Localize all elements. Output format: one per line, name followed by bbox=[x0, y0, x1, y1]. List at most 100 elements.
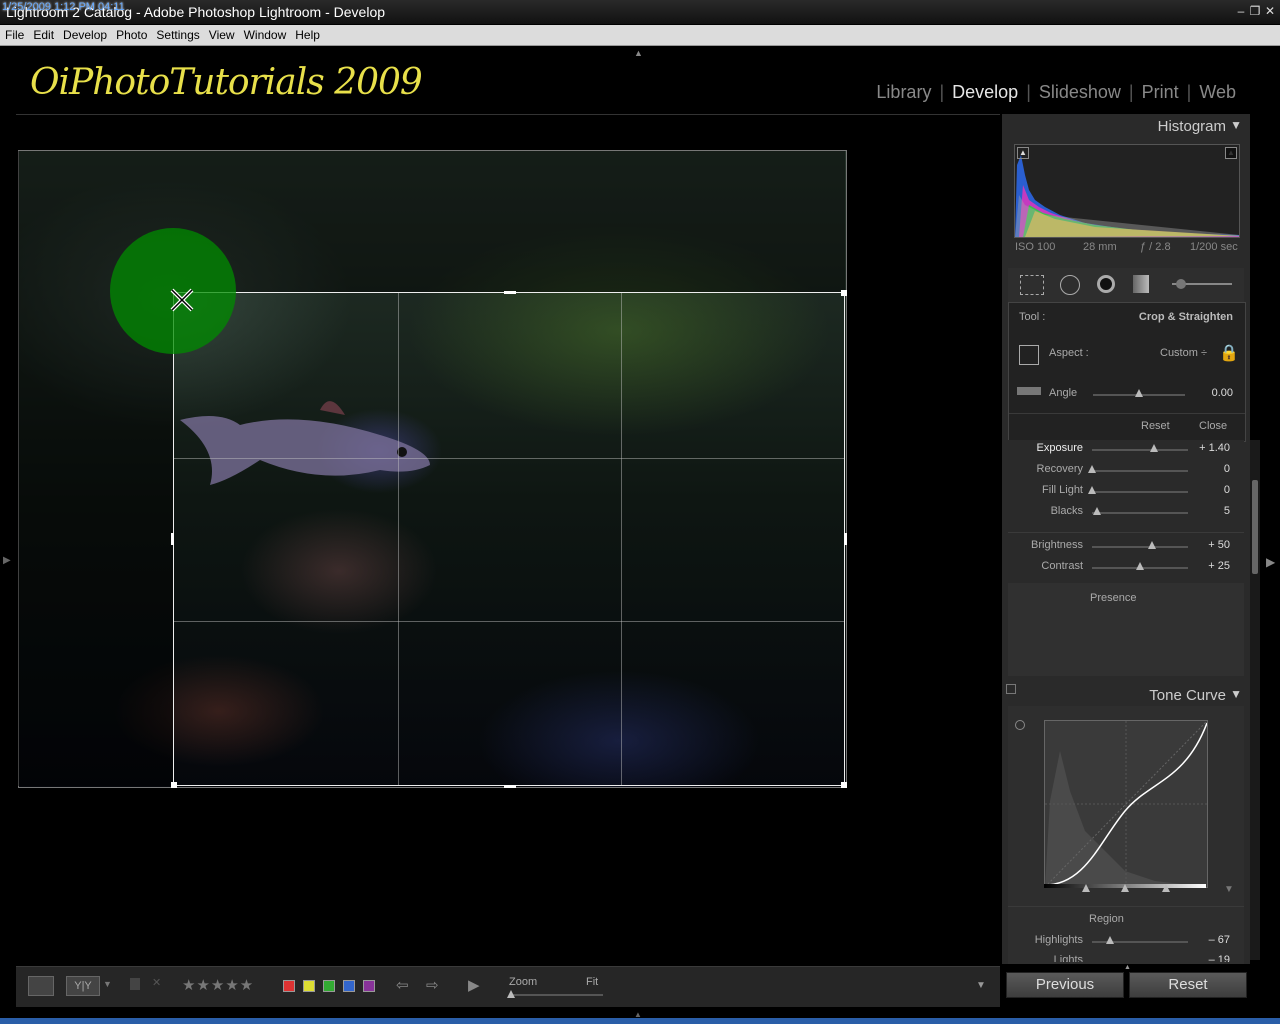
crop-handle-left[interactable] bbox=[171, 533, 174, 545]
lights-value[interactable]: – 19 bbox=[1190, 954, 1230, 962]
split-point-thumb[interactable] bbox=[1082, 884, 1090, 892]
menu-file[interactable]: File bbox=[0, 25, 28, 42]
right-panel-toggle-icon[interactable]: ▶ bbox=[1266, 555, 1275, 569]
crop-frame-icon[interactable] bbox=[1019, 345, 1039, 365]
histogram-header[interactable]: Histogram ▼ bbox=[1002, 114, 1250, 138]
before-after-menu-icon[interactable]: ▼ bbox=[103, 979, 112, 989]
menu-help[interactable]: Help bbox=[290, 25, 324, 42]
color-label-swatch[interactable] bbox=[363, 980, 375, 992]
crop-grid-line bbox=[621, 293, 622, 785]
module-print[interactable]: Print bbox=[1134, 82, 1187, 102]
previous-button[interactable]: Previous bbox=[1006, 972, 1124, 998]
highlights-slider-thumb[interactable] bbox=[1106, 936, 1114, 944]
fill-light-slider-thumb[interactable] bbox=[1088, 486, 1096, 494]
point-curve-menu-icon[interactable]: ▼ bbox=[1224, 884, 1234, 895]
crop-overlay[interactable] bbox=[171, 290, 847, 788]
blacks-slider-track[interactable] bbox=[1092, 512, 1188, 514]
crop-reset-button[interactable]: Reset bbox=[1141, 420, 1170, 432]
iso-value: ISO 100 bbox=[1015, 241, 1056, 253]
crop-close-button[interactable]: Close bbox=[1199, 420, 1227, 432]
recovery-value[interactable]: 0 bbox=[1190, 463, 1230, 475]
shadow-clipping-icon[interactable]: ▲ bbox=[1017, 147, 1029, 159]
aspect-lock-icon[interactable]: 🔒 bbox=[1219, 343, 1239, 362]
crop-handle-bottom-right[interactable] bbox=[841, 782, 847, 788]
tone-curve-graph[interactable] bbox=[1044, 720, 1208, 888]
aspect-select[interactable]: Custom ÷ bbox=[1160, 347, 1207, 359]
highlights-value[interactable]: – 67 bbox=[1190, 934, 1230, 946]
split-point-thumb[interactable] bbox=[1121, 884, 1129, 892]
menu-photo[interactable]: Photo bbox=[111, 25, 151, 42]
minimize-icon[interactable]: – bbox=[1234, 4, 1248, 18]
blacks-slider-thumb[interactable] bbox=[1092, 507, 1101, 515]
module-library[interactable]: Library bbox=[868, 82, 939, 102]
scroll-grip-icon[interactable]: ▲ bbox=[1124, 964, 1131, 971]
recovery-slider-thumb[interactable] bbox=[1088, 465, 1096, 473]
crop-handle-top[interactable] bbox=[504, 291, 516, 294]
angle-label: Angle bbox=[1049, 387, 1078, 399]
zoom-value[interactable]: Fit bbox=[586, 976, 598, 988]
target-adjust-icon[interactable] bbox=[1015, 720, 1025, 730]
color-label-swatch[interactable] bbox=[303, 980, 315, 992]
menu-window[interactable]: Window bbox=[239, 25, 291, 42]
split-point-thumb[interactable] bbox=[1162, 884, 1170, 892]
brightness-slider-track[interactable] bbox=[1092, 546, 1188, 548]
maximize-icon[interactable]: ❐ bbox=[1248, 4, 1262, 18]
previous-photo-icon[interactable]: ⇦ bbox=[396, 976, 409, 994]
blacks-value[interactable]: 5 bbox=[1190, 505, 1230, 517]
module-develop[interactable]: Develop bbox=[944, 82, 1026, 102]
fill-light-value[interactable]: 0 bbox=[1190, 484, 1230, 496]
fill-light-slider-track[interactable] bbox=[1092, 491, 1188, 493]
spot-removal-icon[interactable] bbox=[1060, 275, 1080, 295]
reset-button[interactable]: Reset bbox=[1129, 972, 1247, 998]
contrast-slider-thumb[interactable] bbox=[1136, 562, 1144, 570]
angle-value[interactable]: 0.00 bbox=[1193, 387, 1233, 399]
crop-handle-top-right[interactable] bbox=[841, 290, 847, 296]
crop-shade-left bbox=[18, 292, 173, 786]
top-panel-toggle-icon[interactable]: ▲ bbox=[634, 48, 643, 58]
color-label-swatch[interactable] bbox=[283, 980, 295, 992]
contrast-label: Contrast bbox=[1041, 560, 1083, 572]
menu-settings[interactable]: Settings bbox=[151, 25, 203, 42]
module-slideshow[interactable]: Slideshow bbox=[1031, 82, 1129, 102]
toolbar-menu-icon[interactable]: ▼ bbox=[976, 980, 986, 991]
graduated-filter-icon[interactable] bbox=[1133, 275, 1149, 293]
exposure-slider-track[interactable] bbox=[1092, 449, 1188, 451]
brightness-label: Brightness bbox=[1031, 539, 1083, 551]
crop-tool-icon[interactable] bbox=[1020, 275, 1044, 295]
loupe-view-icon[interactable] bbox=[28, 976, 54, 996]
menu-develop[interactable]: Develop bbox=[58, 25, 111, 42]
flag-icon[interactable] bbox=[130, 978, 140, 990]
brightness-value[interactable]: + 50 bbox=[1190, 539, 1230, 551]
collapse-triangle-icon[interactable]: ▼ bbox=[1230, 687, 1242, 701]
exposure-value[interactable]: + 1.40 bbox=[1190, 442, 1230, 454]
crop-handle-bottom[interactable] bbox=[504, 785, 516, 788]
before-after-icon[interactable]: Y|Y bbox=[66, 976, 100, 996]
color-label-swatch[interactable] bbox=[323, 980, 335, 992]
left-panel-toggle-icon[interactable]: ▶ bbox=[3, 555, 11, 566]
highlight-clipping-icon[interactable]: ▲ bbox=[1225, 147, 1237, 159]
angle-slider-thumb[interactable] bbox=[1135, 389, 1143, 397]
close-icon[interactable]: ✕ bbox=[1263, 4, 1277, 18]
play-slideshow-icon[interactable]: ▶ bbox=[468, 976, 480, 994]
red-eye-icon[interactable] bbox=[1097, 275, 1115, 293]
zoom-slider-track[interactable] bbox=[509, 994, 603, 996]
menu-edit[interactable]: Edit bbox=[28, 25, 58, 42]
menu-view[interactable]: View bbox=[204, 25, 239, 42]
collapse-triangle-icon[interactable]: ▼ bbox=[1230, 118, 1242, 132]
crop-handle-right[interactable] bbox=[844, 533, 847, 545]
histogram-graph: ▲ ▲ bbox=[1014, 144, 1240, 238]
reject-flag-icon[interactable]: ✕ bbox=[152, 976, 161, 989]
right-panel-scrollbar[interactable] bbox=[1252, 480, 1258, 574]
straighten-level-icon[interactable] bbox=[1017, 387, 1041, 395]
star-rating[interactable]: ★★★★★ bbox=[182, 976, 254, 994]
zoom-slider-thumb[interactable] bbox=[507, 990, 515, 998]
crop-handle-bottom-left[interactable] bbox=[171, 782, 177, 788]
module-web[interactable]: Web bbox=[1191, 82, 1244, 102]
recovery-slider-track[interactable] bbox=[1092, 470, 1188, 472]
exposure-slider-thumb[interactable] bbox=[1150, 444, 1159, 452]
contrast-value[interactable]: + 25 bbox=[1190, 560, 1230, 572]
next-photo-icon[interactable]: ⇨ bbox=[426, 976, 439, 994]
color-label-swatch[interactable] bbox=[343, 980, 355, 992]
brightness-slider-thumb[interactable] bbox=[1148, 541, 1157, 549]
tone-curve-header[interactable]: Tone Curve ▼ bbox=[1002, 683, 1250, 707]
